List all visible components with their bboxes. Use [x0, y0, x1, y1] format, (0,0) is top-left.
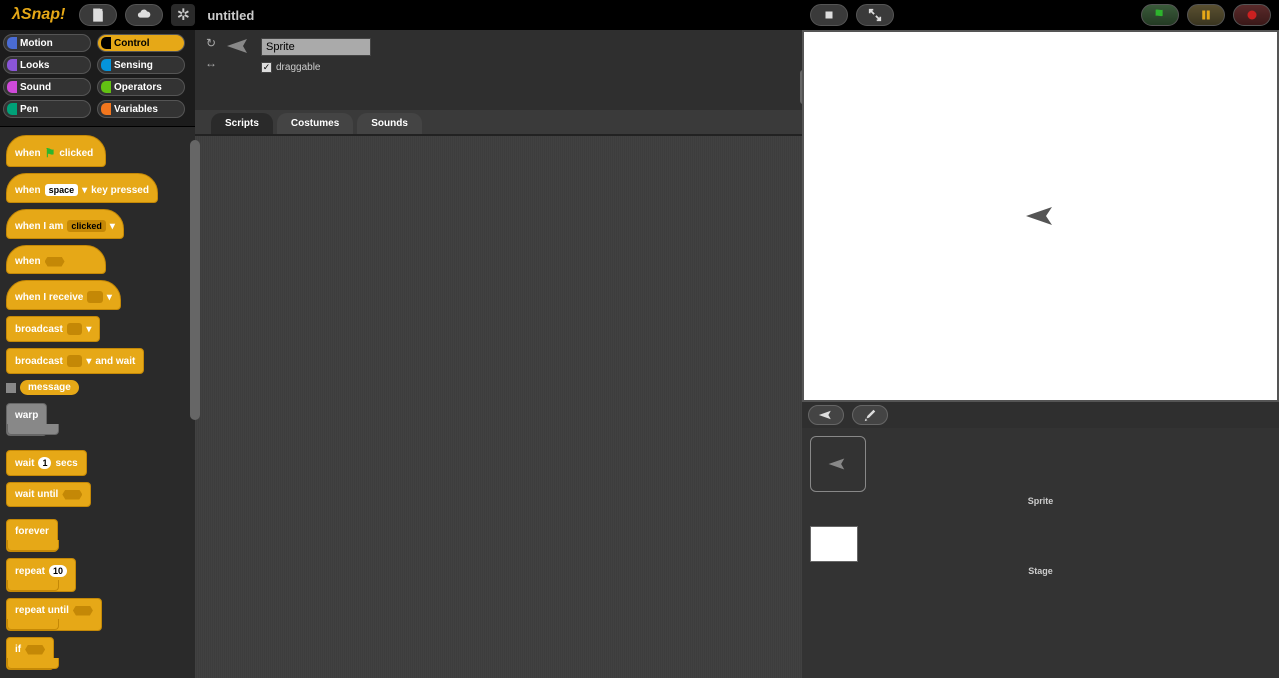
- editor-panel: ↻ ↔ ✓ draggable Scripts Costumes Sounds: [195, 30, 802, 678]
- category-looks[interactable]: Looks: [3, 56, 91, 74]
- stop-button[interactable]: [1233, 4, 1271, 26]
- flag-icon: ⚑: [45, 146, 56, 160]
- pause-button[interactable]: [1187, 4, 1225, 26]
- arrow-sprite-icon[interactable]: [1024, 204, 1058, 228]
- app-logo[interactable]: λSnap!: [6, 6, 71, 24]
- block-when-i-am[interactable]: when I amclicked▾: [6, 209, 124, 239]
- stop-icon: [1246, 9, 1258, 21]
- message-var-row[interactable]: message: [6, 380, 189, 395]
- settings-button[interactable]: ✲: [171, 4, 195, 26]
- rotate-icon[interactable]: ↻: [206, 36, 216, 50]
- category-sound[interactable]: Sound: [3, 78, 91, 96]
- block-palette: Motion Control Looks Sensing Sound Opera…: [0, 30, 195, 678]
- block-when-flag-clicked[interactable]: when⚑clicked: [6, 135, 106, 167]
- category-operators[interactable]: Operators: [97, 78, 185, 96]
- sprite-thumbnail: [225, 36, 253, 61]
- green-flag-button[interactable]: [1141, 4, 1179, 26]
- draggable-label: draggable: [276, 62, 320, 73]
- category-variables[interactable]: Variables: [97, 100, 185, 118]
- palette-scrollbar[interactable]: [190, 140, 200, 420]
- block-broadcast-and-wait[interactable]: broadcast ▾ and wait: [6, 348, 144, 374]
- tab-scripts[interactable]: Scripts: [211, 113, 273, 134]
- stage-corral-item[interactable]: Stage: [810, 526, 1271, 576]
- block-when-i-receive[interactable]: when I receive ▾: [6, 280, 121, 310]
- paint-sprite-button[interactable]: [852, 405, 888, 425]
- stage-size-controls: [810, 4, 894, 26]
- flag-icon: [1153, 8, 1167, 22]
- pause-icon: [1200, 9, 1212, 21]
- cloud-button[interactable]: [125, 4, 163, 26]
- scripts-area[interactable]: [195, 134, 802, 678]
- block-if[interactable]: if: [6, 637, 54, 670]
- block-broadcast[interactable]: broadcast ▾: [6, 316, 100, 342]
- block-repeat-until[interactable]: repeat until: [6, 598, 102, 631]
- shrink-icon: [822, 8, 836, 22]
- stage-thumbnail[interactable]: [810, 526, 858, 562]
- run-controls: [1141, 4, 1271, 26]
- fullscreen-button[interactable]: [856, 4, 894, 26]
- block-wait[interactable]: wait1secs: [6, 450, 87, 476]
- arrow-sprite-icon: [817, 409, 835, 421]
- category-motion[interactable]: Motion: [3, 34, 91, 52]
- corral-toolbar: [802, 402, 1279, 428]
- checkbox-icon[interactable]: [6, 383, 16, 393]
- stage-panel: Sprite Stage: [802, 30, 1279, 678]
- sprite-label: Sprite: [810, 496, 1271, 506]
- flip-icon[interactable]: ↔: [205, 56, 217, 70]
- category-control[interactable]: Control: [97, 34, 185, 52]
- block-repeat[interactable]: repeat10: [6, 558, 76, 592]
- small-stage-button[interactable]: [810, 4, 848, 26]
- draggable-checkbox[interactable]: ✓: [261, 62, 272, 73]
- block-wait-until[interactable]: wait until: [6, 482, 91, 507]
- editor-tabs: Scripts Costumes Sounds: [195, 110, 802, 134]
- file-button[interactable]: [79, 4, 117, 26]
- arrow-sprite-icon: [827, 456, 849, 472]
- expand-icon: [868, 8, 882, 22]
- block-forever[interactable]: forever: [6, 519, 58, 552]
- block-when-key-pressed[interactable]: whenspace▾ key pressed: [6, 173, 158, 203]
- category-selector: Motion Control Looks Sensing Sound Opera…: [0, 30, 195, 127]
- sprite-corral-item[interactable]: Sprite: [810, 436, 1271, 506]
- cloud-icon: [137, 8, 151, 22]
- stage-label: Stage: [810, 566, 1271, 576]
- sprite-name-input[interactable]: [261, 38, 371, 56]
- top-toolbar: λSnap! ✲ untitled: [0, 0, 1279, 30]
- new-sprite-arrow-button[interactable]: [808, 405, 844, 425]
- block-when-condition[interactable]: when: [6, 245, 106, 274]
- sprite-header: ↻ ↔ ✓ draggable: [195, 30, 802, 110]
- file-icon: [91, 8, 105, 22]
- tab-costumes[interactable]: Costumes: [277, 113, 353, 134]
- tab-sounds[interactable]: Sounds: [357, 113, 422, 134]
- sprite-corral: Sprite Stage: [802, 428, 1279, 678]
- category-sensing[interactable]: Sensing: [97, 56, 185, 74]
- project-title[interactable]: untitled: [207, 8, 254, 23]
- stage[interactable]: [802, 30, 1279, 402]
- block-warp[interactable]: warp: [6, 403, 47, 436]
- category-pen[interactable]: Pen: [3, 100, 91, 118]
- paintbrush-icon: [863, 408, 877, 422]
- block-list[interactable]: when⚑clicked whenspace▾ key pressed when…: [0, 127, 195, 678]
